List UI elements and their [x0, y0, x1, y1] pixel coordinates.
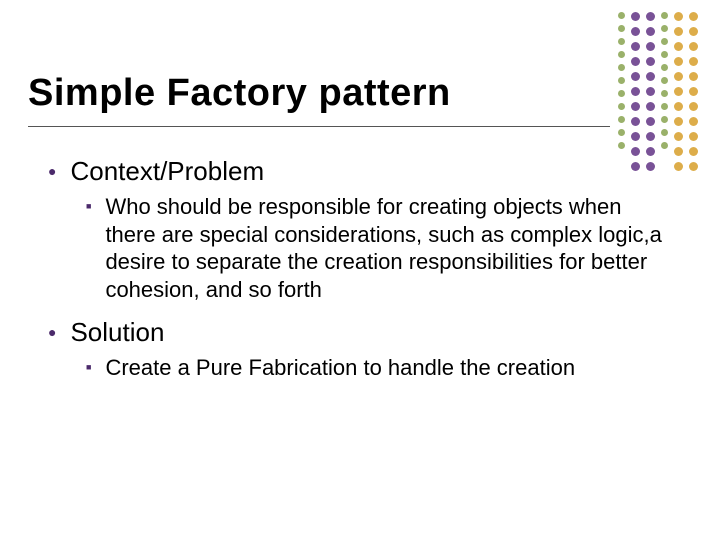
bullet-level1: ● Context/Problem	[48, 156, 690, 187]
square-bullet-icon: ■	[86, 202, 91, 211]
section-body: Who should be responsible for creating o…	[105, 193, 675, 303]
content-area: ● Context/Problem ■ Who should be respon…	[48, 156, 690, 396]
title-underline	[28, 126, 610, 127]
bullet-level2: ■ Who should be responsible for creating…	[86, 193, 690, 303]
section-body: Create a Pure Fabrication to handle the …	[105, 354, 575, 382]
section-heading: Solution	[70, 317, 164, 348]
bullet-level1: ● Solution	[48, 317, 690, 348]
decoration-dot-grid	[618, 12, 698, 171]
round-bullet-icon: ●	[48, 325, 56, 339]
section-heading: Context/Problem	[70, 156, 264, 187]
round-bullet-icon: ●	[48, 164, 56, 178]
slide: Simple Factory pattern ● Context/Problem…	[0, 0, 720, 540]
slide-title: Simple Factory pattern	[28, 72, 451, 115]
bullet-level2: ■ Create a Pure Fabrication to handle th…	[86, 354, 690, 382]
square-bullet-icon: ■	[86, 363, 91, 372]
